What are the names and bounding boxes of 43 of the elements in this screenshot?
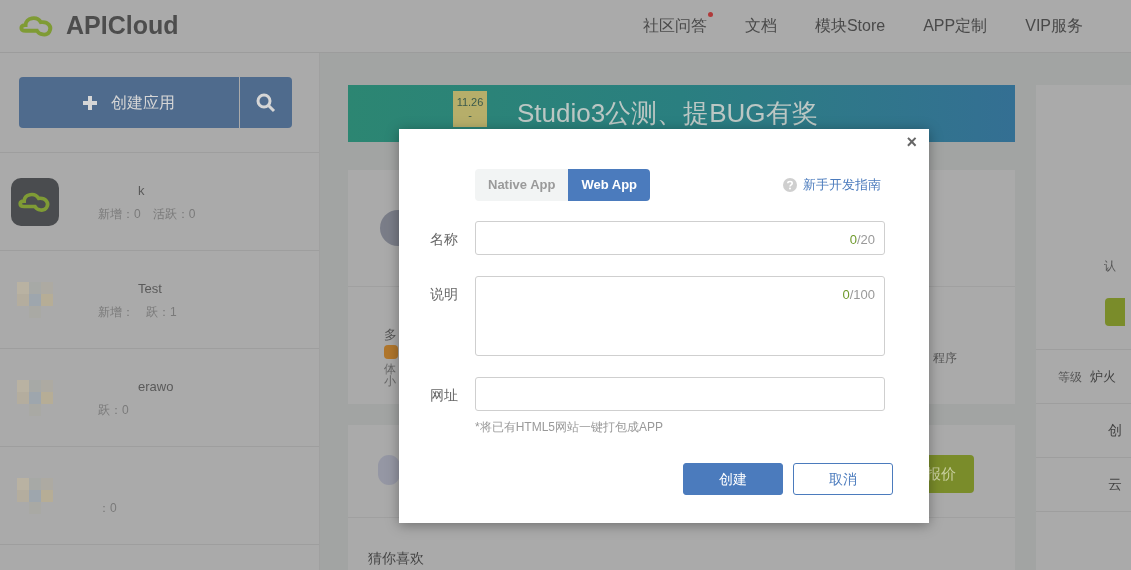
create-button[interactable]: 创建: [683, 463, 783, 495]
create-app-button[interactable]: 创建应用: [19, 77, 239, 128]
field-label: 网址: [429, 386, 459, 405]
nav-link[interactable]: 模块Store: [814, 14, 886, 38]
level-value: 炉火: [1090, 367, 1116, 386]
hint-text: *将已有HTML5网站一键打包成APP: [475, 419, 665, 436]
plus-icon: [83, 95, 97, 110]
nav-link[interactable]: APP定制: [923, 14, 988, 38]
char-counter: 0/100: [842, 286, 875, 304]
char-counter: 0/20: [849, 231, 875, 249]
app-name: erawo: [137, 377, 174, 393]
cancel-button[interactable]: 取消: [793, 463, 893, 495]
input-field[interactable]: [475, 377, 885, 411]
search-icon: [256, 92, 276, 113]
tab[interactable]: Native App: [475, 169, 569, 201]
help-icon: [783, 178, 797, 192]
field-label: 名称: [429, 230, 459, 249]
tab[interactable]: Web App: [568, 169, 651, 201]
cert-label: 认: [1104, 258, 1116, 275]
app-name: Test: [137, 279, 163, 295]
date-badge: 11.26 -: [453, 91, 487, 127]
app-name: k: [137, 181, 146, 197]
card-text: 小: [384, 374, 397, 387]
search-button[interactable]: [240, 77, 292, 128]
illustration-icon: [380, 210, 402, 247]
nav-link[interactable]: 文档: [744, 14, 777, 38]
level-label: 等级: [1058, 368, 1082, 386]
field-label: 说明: [429, 285, 459, 304]
card-text: 程序: [933, 350, 957, 368]
nav-link[interactable]: VIP服务: [1025, 14, 1083, 38]
tag-icon: [384, 344, 398, 359]
section-title: 猜你喜欢: [368, 550, 424, 566]
input-field[interactable]: 0/20: [475, 221, 885, 255]
card-text: 多: [384, 326, 398, 345]
nav-link[interactable]: 社区问答: [642, 14, 707, 38]
card-text: 体: [384, 362, 397, 375]
description-field[interactable]: 0/100: [475, 276, 885, 356]
panel-item[interactable]: 云: [1108, 474, 1122, 495]
banner-headline: Studio3公测、提BUG有奖: [517, 97, 818, 131]
action-button[interactable]: [1105, 298, 1125, 326]
help-link[interactable]: 新手开发指南: [783, 175, 881, 195]
panel-item[interactable]: 创: [1108, 420, 1122, 441]
brand-name: APICloud: [66, 10, 179, 42]
